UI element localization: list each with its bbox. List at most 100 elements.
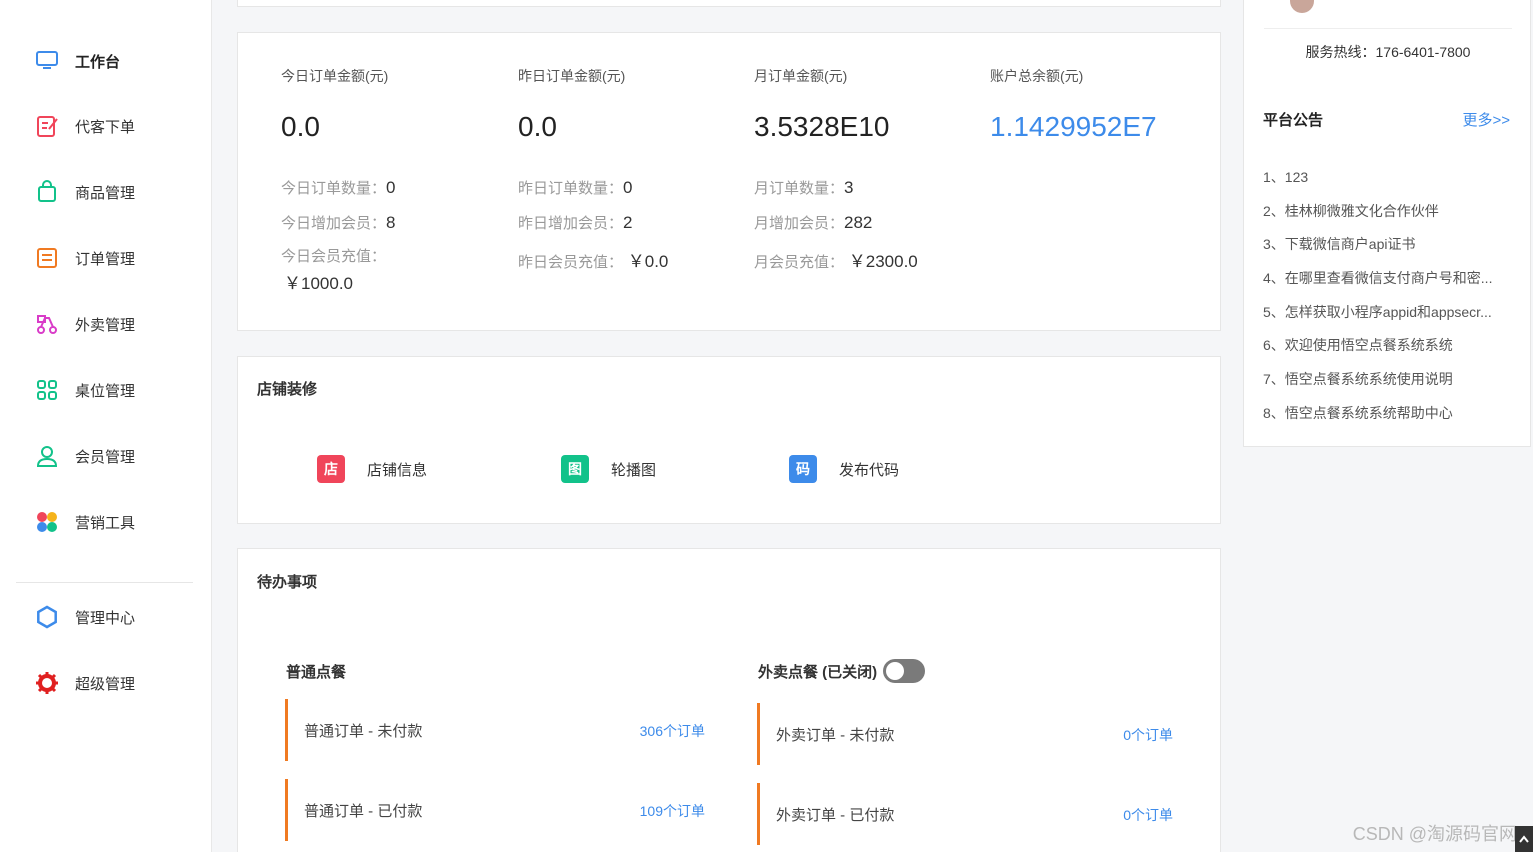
stat-order-count: 月订单数量：3	[754, 178, 854, 197]
notice-item[interactable]: 8、悟空点餐系统系统帮助中心	[1263, 403, 1513, 423]
top-card-remnant	[237, 0, 1221, 7]
chevron-up-icon	[1519, 835, 1529, 843]
order-row-label: 普通订单 - 已付款	[304, 803, 423, 820]
sidebar-item-workbench[interactable]: 工作台	[34, 46, 120, 76]
section-title: 店铺装修	[257, 381, 318, 398]
sidebar-item-tables[interactable]: 桌位管理	[34, 375, 135, 405]
dine-paid-row[interactable]: 普通订单 - 已付款 109个订单	[285, 779, 705, 841]
gear-icon	[34, 604, 60, 630]
sidebar: 工作台 代客下单 商品管理 订单管理 外卖管理 桌位管理 会员管理 营销工具 管…	[0, 0, 212, 852]
stats-card: 今日订单金额(元) 0.0 今日订单数量：0 今日增加会员：8 今日会员充值： …	[237, 32, 1221, 331]
publish-code-link[interactable]: 码 发布代码	[789, 455, 899, 483]
sidebar-item-delivery[interactable]: 外卖管理	[34, 309, 135, 339]
notice-item[interactable]: 1、123	[1263, 167, 1513, 187]
sidebar-item-super-admin[interactable]: 超级管理	[34, 668, 135, 698]
sidebar-item-label: 会员管理	[75, 448, 136, 466]
stat-recharge: 昨日会员充值： ￥0.0	[518, 252, 669, 271]
todo-card: 待办事项 普通点餐 普通订单 - 未付款 306个订单 普通订单 - 已付款 1…	[237, 548, 1221, 852]
order-row-label: 普通订单 - 未付款	[304, 723, 423, 740]
order-row-label: 外卖订单 - 未付款	[776, 727, 895, 744]
stat-new-members: 月增加会员：282	[754, 213, 873, 232]
flower-icon	[34, 509, 60, 535]
sidebar-item-label: 营销工具	[75, 514, 136, 532]
sidebar-item-orders[interactable]: 订单管理	[34, 243, 135, 273]
toggle-knob	[886, 662, 905, 680]
user-icon	[34, 443, 60, 469]
avatar	[1290, 0, 1314, 13]
stat-title: 今日订单金额(元)	[281, 68, 389, 84]
delivery-title: 外卖点餐 (已关闭)	[758, 663, 878, 681]
sidebar-item-label: 超级管理	[75, 675, 136, 693]
shop-decor-card: 店铺装修 店 店铺信息 图 轮播图 码 发布代码	[237, 356, 1221, 524]
stat-new-members: 昨日增加会员：2	[518, 213, 633, 232]
order-row-count[interactable]: 306个订单	[640, 721, 705, 741]
sidebar-item-proxy-order[interactable]: 代客下单	[34, 111, 135, 141]
monitor-icon	[34, 48, 60, 74]
stat-recharge: 月会员充值： ￥2300.0	[754, 252, 918, 271]
more-link[interactable]: 更多>>	[1462, 109, 1510, 130]
banner-link[interactable]: 图 轮播图	[561, 455, 656, 483]
stat-recharge: ￥1000.0	[284, 274, 353, 293]
stat-order-count: 今日订单数量：0	[281, 178, 396, 197]
order-row-count[interactable]: 0个订单	[1123, 805, 1173, 825]
notice-item[interactable]: 2、桂林柳微雅文化合作伙伴	[1263, 201, 1513, 221]
notice-item[interactable]: 6、欢迎使用悟空点餐系统系统	[1263, 335, 1513, 355]
order-list-icon	[34, 245, 60, 271]
right-panel: 服务热线：176-6401-7800 平台公告 更多>> 1、123 2、桂林柳…	[1243, 0, 1531, 447]
dashboard-page: 工作台 代客下单 商品管理 订单管理 外卖管理 桌位管理 会员管理 营销工具 管…	[0, 0, 1533, 852]
notice-item[interactable]: 4、在哪里查看微信支付商户号和密...	[1263, 268, 1513, 288]
notice-item[interactable]: 5、怎样获取小程序appid和appsecr...	[1263, 302, 1513, 322]
sidebar-item-marketing[interactable]: 营销工具	[34, 507, 135, 537]
delivery-paid-row[interactable]: 外卖订单 - 已付款 0个订单	[757, 783, 1173, 845]
stat-title: 月订单金额(元)	[754, 68, 848, 84]
divider	[1264, 28, 1512, 29]
edit-order-icon	[34, 113, 60, 139]
sidebar-item-label: 桌位管理	[75, 382, 136, 400]
cog-icon	[34, 670, 60, 696]
order-row-count[interactable]: 0个订单	[1123, 725, 1173, 745]
sidebar-item-label: 订单管理	[75, 250, 136, 268]
sidebar-divider	[16, 582, 193, 583]
stat-value: 0.0	[281, 111, 320, 142]
delivery-unpaid-row[interactable]: 外卖订单 - 未付款 0个订单	[757, 703, 1173, 765]
delivery-toggle[interactable]	[883, 659, 926, 683]
stat-value[interactable]: 1.1429952E7	[990, 111, 1157, 143]
sidebar-item-label: 工作台	[75, 53, 121, 71]
sidebar-item-products[interactable]: 商品管理	[34, 177, 135, 207]
shop-icon: 店	[317, 455, 345, 483]
stat-recharge-label: 今日会员充值：	[281, 248, 387, 265]
bag-icon	[34, 179, 60, 205]
sidebar-item-label: 外卖管理	[75, 316, 136, 334]
watermark: CSDN @淘源码官网	[1352, 824, 1517, 844]
scroll-top-button[interactable]	[1515, 826, 1533, 852]
scooter-icon	[34, 311, 60, 337]
notice-item[interactable]: 7、悟空点餐系统系统使用说明	[1263, 369, 1513, 389]
decor-label: 轮播图	[611, 461, 657, 479]
stat-title: 账户总余额(元)	[990, 68, 1084, 84]
order-row-count[interactable]: 109个订单	[640, 801, 705, 821]
stat-value: 3.5328E10	[754, 111, 890, 142]
stat-new-members: 今日增加会员：8	[281, 213, 396, 232]
dine-in-title: 普通点餐	[286, 664, 347, 681]
decor-label: 店铺信息	[367, 461, 428, 479]
sidebar-item-label: 管理中心	[75, 609, 136, 627]
image-icon: 图	[561, 455, 589, 483]
decor-label: 发布代码	[839, 461, 900, 479]
sidebar-item-members[interactable]: 会员管理	[34, 441, 135, 471]
stat-value: 0.0	[518, 111, 557, 142]
sidebar-item-label: 商品管理	[75, 184, 136, 202]
sidebar-item-admin-center[interactable]: 管理中心	[34, 602, 135, 632]
code-icon: 码	[789, 455, 817, 483]
order-row-label: 外卖订单 - 已付款	[776, 807, 895, 824]
notice-title: 平台公告	[1263, 112, 1324, 129]
stat-order-count: 昨日订单数量：0	[518, 178, 633, 197]
dine-unpaid-row[interactable]: 普通订单 - 未付款 306个订单	[285, 699, 705, 761]
grid-icon	[34, 377, 60, 403]
delivery-group-header: 外卖点餐 (已关闭)	[758, 659, 926, 683]
stat-title: 昨日订单金额(元)	[518, 68, 626, 84]
section-title: 待办事项	[257, 574, 318, 591]
service-hotline: 服务热线：176-6401-7800	[1305, 44, 1471, 60]
notice-item[interactable]: 3、下载微信商户api证书	[1263, 234, 1513, 254]
shop-info-link[interactable]: 店 店铺信息	[317, 455, 427, 483]
sidebar-item-label: 代客下单	[75, 118, 136, 136]
